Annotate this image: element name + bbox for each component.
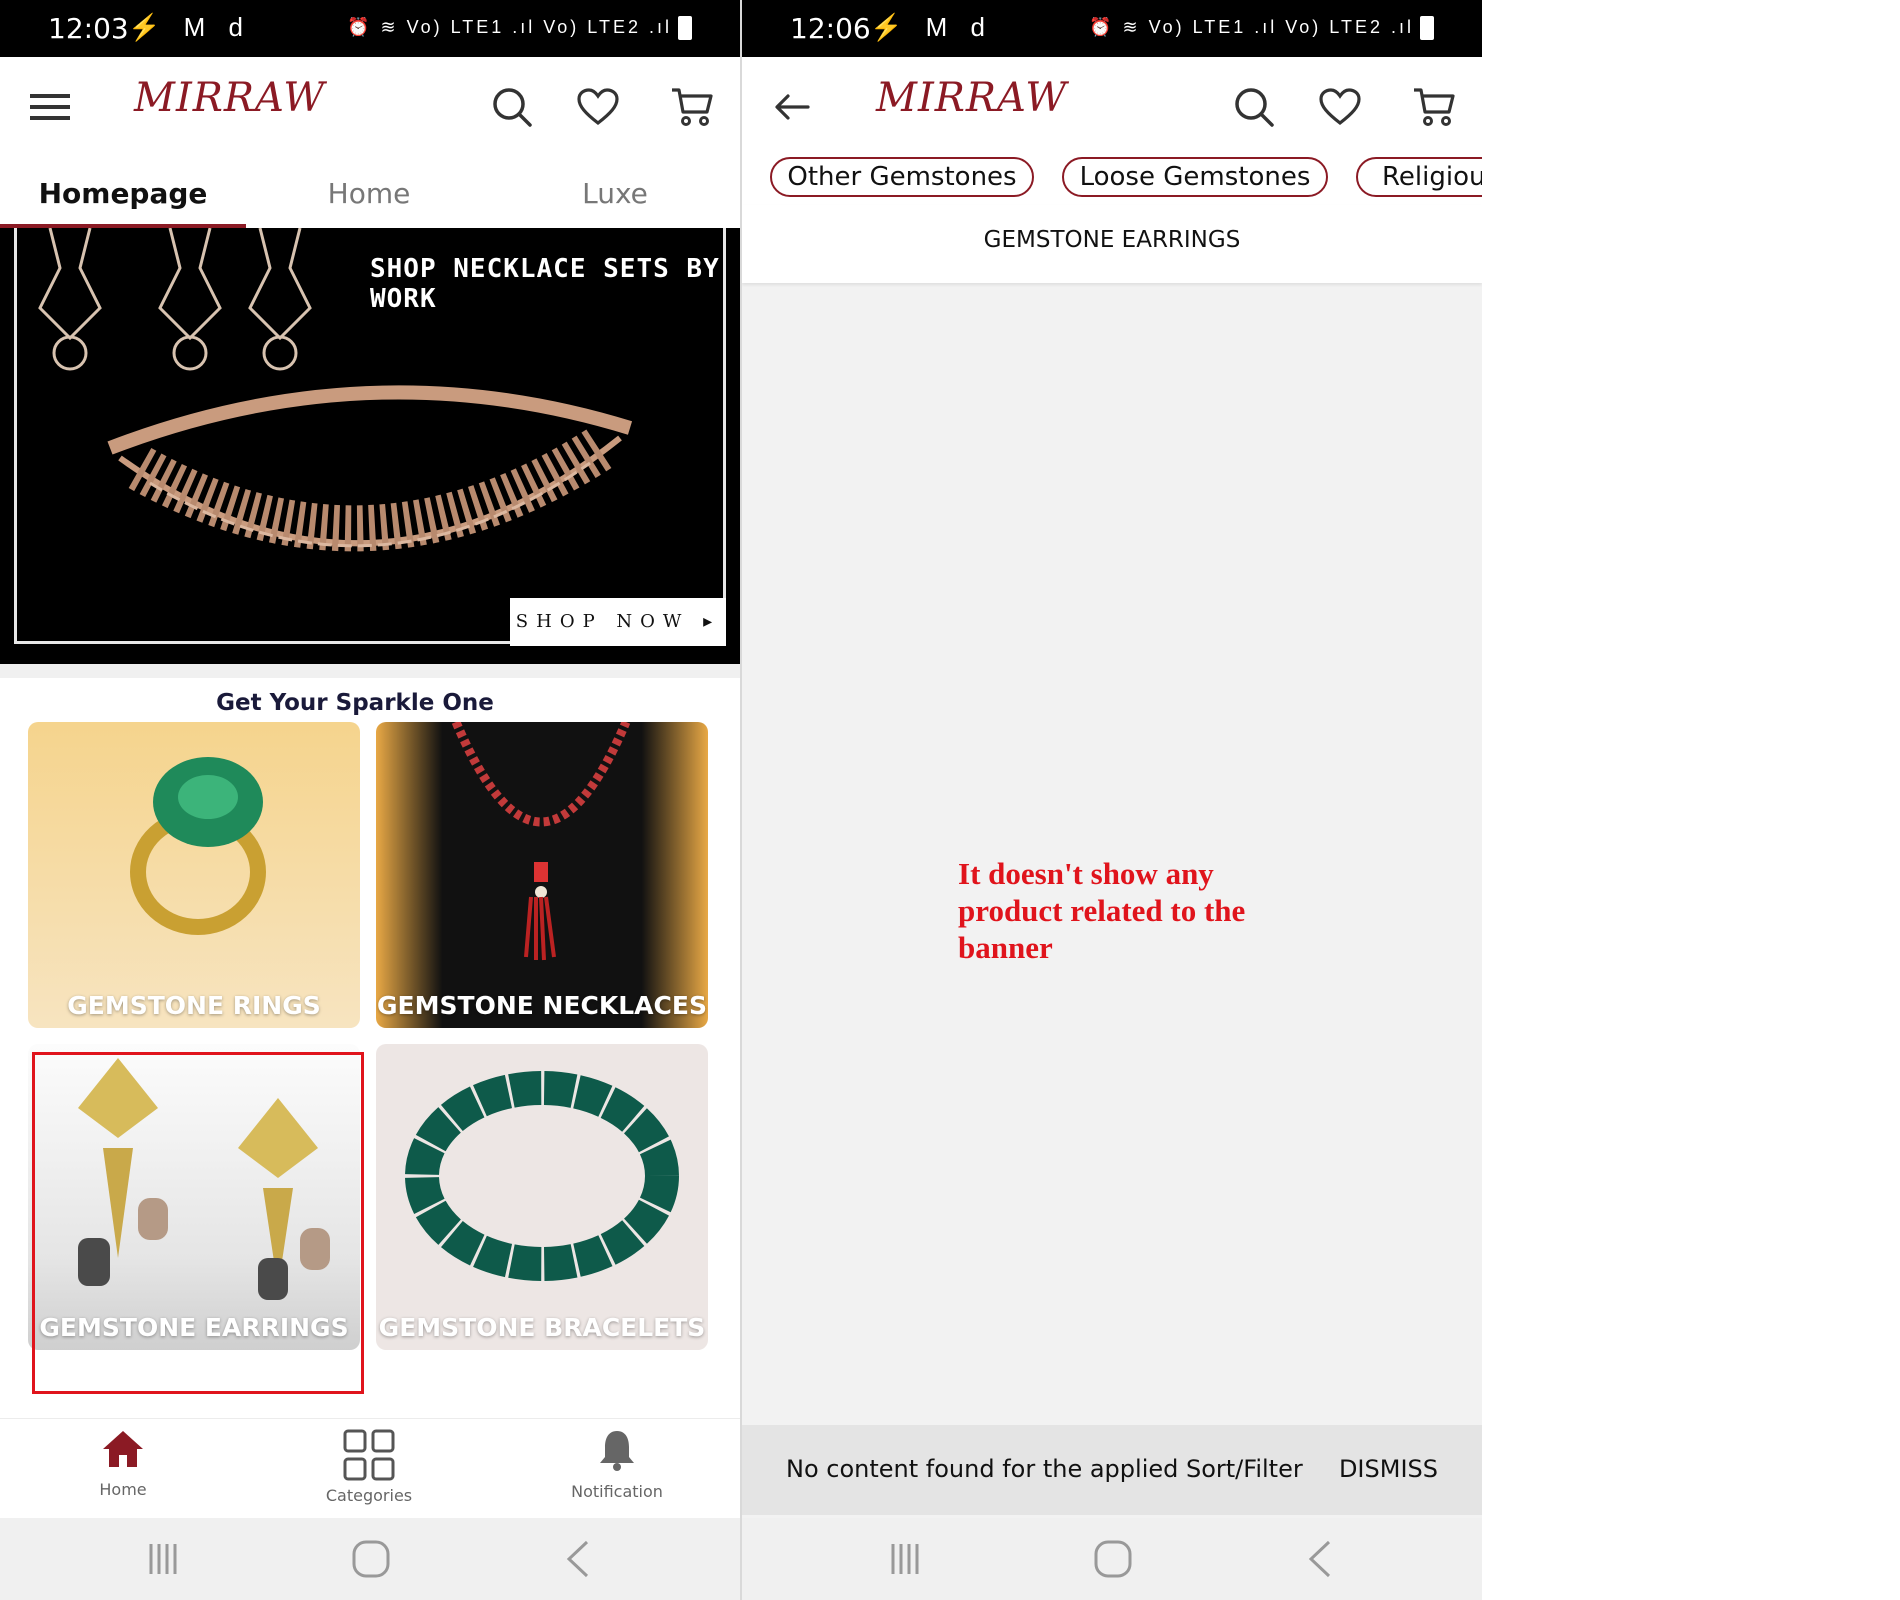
mirraw-logo[interactable]: MIRRAW: [134, 75, 325, 121]
chip-loose-gemstones[interactable]: Loose Gemstones: [1062, 157, 1328, 197]
tile-gemstone-bracelets[interactable]: GEMSTONE BRACELETS: [376, 1044, 708, 1350]
snackbar-message: No content found for the applied Sort/Fi…: [786, 1455, 1303, 1483]
nav-notification[interactable]: Notification: [542, 1429, 692, 1501]
status-time: 12:03: [48, 12, 129, 45]
status-right-icons-text: ⏰ ≋ Vo) LTE1 .ıl Vo) LTE2 .ıl: [1089, 16, 1414, 37]
system-nav-bar: [742, 1518, 1482, 1600]
app-bar: MIRRAW: [742, 57, 1482, 157]
back-system-icon[interactable]: [1290, 1536, 1350, 1582]
home-system-icon[interactable]: [341, 1536, 401, 1582]
tab-homepage[interactable]: Homepage: [0, 160, 246, 228]
nav-home-label: Home: [99, 1480, 147, 1499]
status-left-icons: ⚡ M d: [870, 12, 993, 42]
recent-apps-icon[interactable]: [876, 1536, 936, 1582]
necklace-image: [107, 385, 633, 552]
bottom-nav: Home Categories Notification: [0, 1418, 740, 1518]
battery-icon: [1420, 16, 1434, 40]
tab-luxe[interactable]: Luxe: [492, 160, 738, 228]
necklace-beads-image: [451, 722, 631, 961]
dismiss-button[interactable]: DISMISS: [1339, 1455, 1438, 1483]
tile-label: GEMSTONE RINGS: [67, 991, 321, 1020]
cart-icon[interactable]: [668, 83, 716, 131]
snackbar: No content found for the applied Sort/Fi…: [742, 1425, 1482, 1515]
status-bar: 12:06 ⚡ M d ⏰ ≋ Vo) LTE1 .ıl Vo) LTE2 .ı…: [742, 0, 1482, 57]
grid-icon: [343, 1429, 395, 1481]
annotation-text: It doesn't show any product related to t…: [958, 856, 1246, 965]
ring-image: [130, 757, 266, 935]
nav-categories[interactable]: Categories: [294, 1429, 444, 1505]
search-icon[interactable]: [488, 83, 536, 131]
page-title: GEMSTONE EARRINGS: [983, 227, 1241, 253]
cart-icon[interactable]: [1410, 83, 1458, 131]
chip-religious[interactable]: Religious: [1356, 157, 1482, 197]
back-arrow-icon[interactable]: [768, 83, 816, 131]
system-nav-bar: [0, 1518, 740, 1600]
nav-categories-label: Categories: [325, 1486, 413, 1505]
search-icon[interactable]: [1230, 83, 1278, 131]
right-phone-screen: 12:06 ⚡ M d ⏰ ≋ Vo) LTE1 .ıl Vo) LTE2 .ı…: [742, 0, 1482, 1600]
status-right-icons: ⏰ ≋ Vo) LTE1 .ıl Vo) LTE2 .ıl: [1089, 16, 1434, 40]
back-system-icon[interactable]: [548, 1536, 608, 1582]
bracelet-image: [405, 1071, 679, 1281]
tile-label: GEMSTONE NECKLACES: [377, 991, 707, 1020]
tile-label: GEMSTONE BRACELETS: [378, 1313, 706, 1342]
tile-gemstone-rings[interactable]: GEMSTONE RINGS: [28, 722, 360, 1028]
page-title-bar: GEMSTONE EARRINGS: [742, 205, 1482, 283]
necklace-banner[interactable]: SHOP NECKLACE SETS BY WORK SHOP NOW ▸: [0, 228, 740, 664]
heart-icon[interactable]: [1316, 83, 1364, 131]
bell-icon: [600, 1431, 634, 1471]
section-title: Get Your Sparkle One: [216, 690, 494, 716]
heart-icon[interactable]: [574, 83, 622, 131]
shop-now-button[interactable]: SHOP NOW ▸: [510, 598, 726, 646]
battery-icon: [678, 16, 692, 40]
app-bar: MIRRAW: [0, 57, 740, 157]
home-system-icon[interactable]: [1083, 1536, 1143, 1582]
home-icon: [103, 1431, 143, 1467]
top-tabs: Homepage Home Luxe: [0, 160, 740, 228]
recent-apps-icon[interactable]: [134, 1536, 194, 1582]
menu-icon[interactable]: [26, 83, 74, 131]
category-chips: Other Gemstones Loose Gemstones Religiou…: [742, 157, 1482, 205]
status-right-icons: ⏰ ≋ Vo) LTE1 .ıl Vo) LTE2 .ıl: [347, 16, 692, 40]
status-bar: 12:03 ⚡ M d ⏰ ≋ Vo) LTE1 .ıl Vo) LTE2 .ı…: [0, 0, 740, 57]
nav-notification-label: Notification: [571, 1482, 663, 1501]
left-phone-screen: 12:03 ⚡ M d ⏰ ≋ Vo) LTE1 .ıl Vo) LTE2 .ı…: [0, 0, 740, 1600]
status-left-icons: ⚡ M d: [128, 12, 251, 42]
mirraw-logo[interactable]: MIRRAW: [876, 75, 1067, 121]
tile-gemstone-necklaces[interactable]: GEMSTONE NECKLACES: [376, 722, 708, 1028]
banner-headline: SHOP NECKLACE SETS BY WORK: [370, 254, 720, 314]
highlight-box: [32, 1052, 364, 1394]
chip-other-gemstones[interactable]: Other Gemstones: [770, 157, 1034, 197]
status-right-icons-text: ⏰ ≋ Vo) LTE1 .ıl Vo) LTE2 .ıl: [347, 16, 672, 37]
status-time: 12:06: [790, 12, 871, 45]
tab-home[interactable]: Home: [246, 160, 492, 228]
nav-home[interactable]: Home: [48, 1429, 198, 1499]
section-separator: [0, 664, 740, 678]
